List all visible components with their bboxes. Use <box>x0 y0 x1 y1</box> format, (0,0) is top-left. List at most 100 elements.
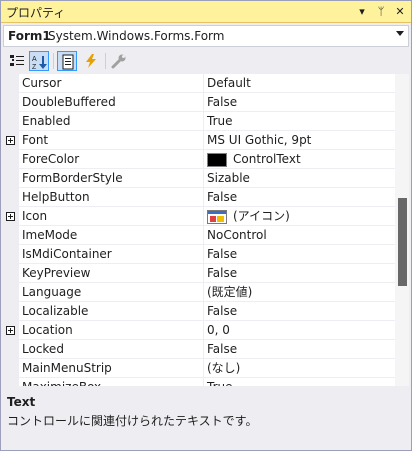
property-value[interactable]: Sizable <box>203 169 395 188</box>
property-value[interactable]: False <box>203 302 395 321</box>
property-name: Icon <box>19 207 203 226</box>
properties-window: プロパティ ▾ ᛘ ✕ Form1 System.Windows.Forms.F… <box>0 0 412 451</box>
row-gutter <box>3 188 19 207</box>
categorized-button[interactable] <box>7 51 27 71</box>
property-row[interactable]: HelpButton False <box>3 188 395 207</box>
property-value[interactable]: ControlText <box>203 150 395 169</box>
property-row[interactable]: KeyPreview False <box>3 264 395 283</box>
scrollbar-thumb[interactable] <box>398 198 407 286</box>
property-value[interactable]: True <box>203 112 395 131</box>
property-value-text: (既定値) <box>207 285 253 299</box>
property-value[interactable]: NoControl <box>203 226 395 245</box>
property-value[interactable]: MS UI Gothic, 9pt <box>203 131 395 150</box>
row-gutter <box>3 302 19 321</box>
expand-plus-icon[interactable] <box>6 212 15 221</box>
property-value[interactable]: False <box>203 264 395 283</box>
property-name: IsMdiContainer <box>19 245 203 264</box>
property-value-text: (なし) <box>207 361 241 375</box>
svg-text:Z: Z <box>32 64 37 70</box>
property-value[interactable]: (なし) <box>203 359 395 378</box>
toolbar-separator <box>53 53 54 69</box>
vertical-scrollbar[interactable] <box>395 74 409 386</box>
row-gutter <box>3 245 19 264</box>
description-pane: Text コントロールに関連付けられたテキストです。 <box>3 390 409 448</box>
row-gutter <box>3 150 19 169</box>
window-position-dropdown-icon[interactable]: ▾ <box>355 4 369 19</box>
property-row[interactable]: MainMenuStrip (なし) <box>3 359 395 378</box>
pin-icon[interactable]: ᛘ <box>374 4 388 19</box>
object-name: Form1 <box>8 29 51 43</box>
property-row[interactable]: MaximizeBoxTrue <box>3 378 395 386</box>
property-row[interactable]: Cursor Default <box>3 74 395 93</box>
svg-text:A: A <box>32 56 37 63</box>
property-row[interactable]: IsMdiContainer False <box>3 245 395 264</box>
description-title: Text <box>7 395 36 409</box>
row-gutter <box>3 112 19 131</box>
categorized-icon <box>10 55 24 66</box>
property-row[interactable]: Language (既定値) <box>3 283 395 302</box>
property-row[interactable]: Localizable False <box>3 302 395 321</box>
property-row[interactable]: ImeMode NoControl <box>3 226 395 245</box>
property-value-text: Default <box>207 76 251 90</box>
property-value-text: False <box>207 247 238 261</box>
property-name: HelpButton <box>19 188 203 207</box>
row-gutter <box>3 169 19 188</box>
row-gutter <box>3 74 19 93</box>
property-row[interactable]: ForeColor ControlText <box>3 150 395 169</box>
row-gutter <box>3 378 19 386</box>
events-button[interactable] <box>81 51 101 71</box>
row-gutter <box>3 321 19 340</box>
properties-button[interactable] <box>57 51 77 71</box>
property-value[interactable]: False <box>203 340 395 359</box>
property-value[interactable]: (アイコン) <box>203 207 395 226</box>
property-value-text: False <box>207 342 238 356</box>
property-row[interactable]: Location 0, 0 <box>3 321 395 340</box>
row-gutter <box>3 340 19 359</box>
property-value-text: (アイコン) <box>233 209 290 223</box>
property-value-text: False <box>207 190 238 204</box>
property-name: Font <box>19 131 203 150</box>
chevron-down-icon[interactable] <box>396 31 404 36</box>
property-value-text: NoControl <box>207 228 267 242</box>
property-value[interactable]: 0, 0 <box>203 321 395 340</box>
property-row[interactable]: Font MS UI Gothic, 9pt <box>3 131 395 150</box>
lightning-icon <box>86 54 96 68</box>
property-row[interactable]: FormBorderStyle Sizable <box>3 169 395 188</box>
property-value-text: True <box>207 114 233 128</box>
row-gutter <box>3 131 19 150</box>
property-grid[interactable]: Cursor Default DoubleBuffered False Enabled T… <box>3 74 395 386</box>
property-value[interactable]: False <box>203 245 395 264</box>
property-value[interactable]: False <box>203 188 395 207</box>
property-pages-button[interactable] <box>109 51 129 71</box>
property-name: Localizable <box>19 302 203 321</box>
row-gutter <box>3 93 19 112</box>
property-row[interactable]: DoubleBuffered False <box>3 93 395 112</box>
property-name: KeyPreview <box>19 264 203 283</box>
row-gutter <box>3 226 19 245</box>
property-value-text: False <box>207 304 238 318</box>
properties-toolbar: A Z <box>3 49 409 73</box>
property-row[interactable]: Locked False <box>3 340 395 359</box>
expand-plus-icon[interactable] <box>6 326 15 335</box>
property-name: ImeMode <box>19 226 203 245</box>
property-row[interactable]: Enabled True <box>3 112 395 131</box>
property-name: MaximizeBox <box>19 378 203 386</box>
property-value[interactable]: Default <box>203 74 395 93</box>
property-name: Enabled <box>19 112 203 131</box>
property-name: FormBorderStyle <box>19 169 203 188</box>
property-value-text: False <box>207 95 238 109</box>
row-gutter <box>3 264 19 283</box>
wrench-icon <box>111 54 126 69</box>
expand-plus-icon[interactable] <box>6 136 15 145</box>
title-bar[interactable]: プロパティ ▾ ᛘ ✕ <box>1 1 411 23</box>
alphabetical-button[interactable]: A Z <box>29 51 49 71</box>
properties-icon <box>62 54 74 70</box>
property-value[interactable]: False <box>203 93 395 112</box>
property-value[interactable]: True <box>203 378 395 386</box>
object-selector[interactable]: Form1 System.Windows.Forms.Form <box>3 25 409 47</box>
property-row[interactable]: Icon (アイコン) <box>3 207 395 226</box>
property-name: Cursor <box>19 74 203 93</box>
row-gutter <box>3 207 19 226</box>
close-icon[interactable]: ✕ <box>393 4 407 19</box>
property-value[interactable]: (既定値) <box>203 283 395 302</box>
